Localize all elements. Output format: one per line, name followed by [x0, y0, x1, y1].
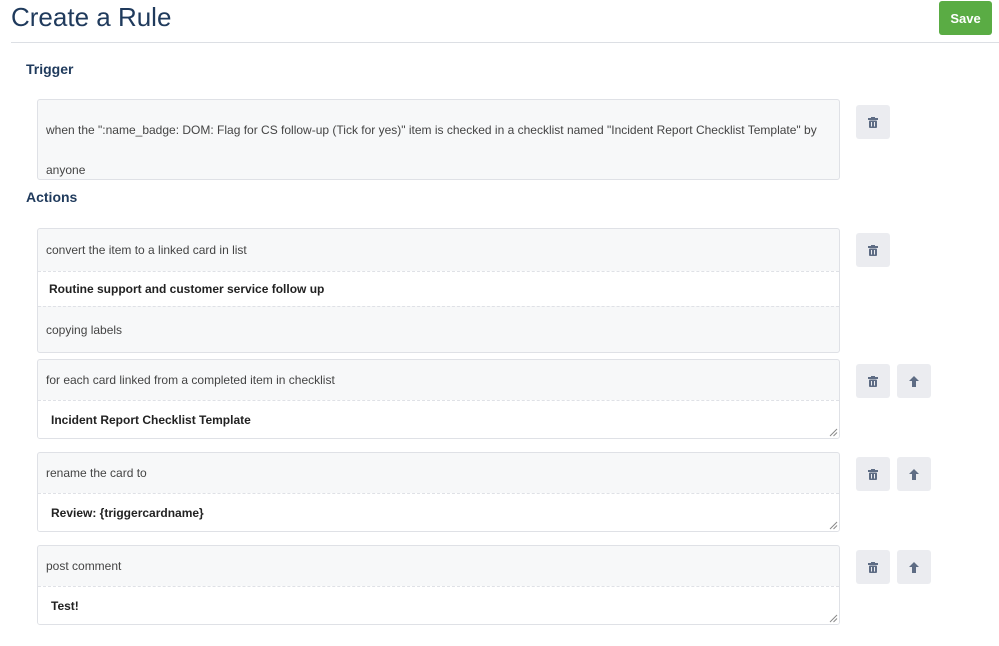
trash-icon — [868, 244, 878, 256]
header-divider — [11, 42, 999, 43]
arrow-up-icon — [909, 375, 919, 387]
action-1-delete-button[interactable] — [856, 233, 890, 267]
action-label: rename the card to — [46, 466, 147, 480]
checklist-field[interactable]: Incident Report Checklist Template — [38, 400, 839, 438]
trigger-card: when the ":name_badge: DOM: Flag for CS … — [37, 99, 840, 180]
arrow-up-icon — [909, 468, 919, 480]
action-suffix: copying labels — [38, 306, 839, 352]
trigger-heading: Trigger — [26, 61, 74, 77]
comment-field[interactable]: Test! — [38, 586, 839, 624]
trash-icon — [868, 561, 878, 573]
action-3-delete-button[interactable] — [856, 457, 890, 491]
trigger-delete-button[interactable] — [856, 105, 890, 139]
action-card-convert: convert the item to a linked card in lis… — [37, 228, 840, 353]
list-field[interactable]: Routine support and customer service fol… — [38, 271, 839, 306]
resize-handle-icon[interactable] — [829, 428, 838, 437]
action-card-for-each: for each card linked from a completed it… — [37, 359, 840, 439]
action-card-rename: rename the card to Review: {triggercardn… — [37, 452, 840, 532]
action-label: post comment — [46, 559, 122, 573]
resize-handle-icon[interactable] — [829, 521, 838, 530]
resize-handle-icon[interactable] — [829, 614, 838, 623]
action-card-post-comment: post comment Test! — [37, 545, 840, 625]
actions-heading: Actions — [26, 189, 78, 205]
action-2-move-up-button[interactable] — [897, 364, 931, 398]
rename-field[interactable]: Review: {triggercardname} — [38, 493, 839, 531]
trash-icon — [868, 468, 878, 480]
trigger-description: when the ":name_badge: DOM: Flag for CS … — [46, 123, 817, 177]
action-label: convert the item to a linked card in lis… — [46, 243, 247, 257]
action-3-move-up-button[interactable] — [897, 457, 931, 491]
arrow-up-icon — [909, 561, 919, 573]
action-label: for each card linked from a completed it… — [46, 373, 335, 387]
trash-icon — [868, 116, 878, 128]
save-button[interactable]: Save — [939, 1, 992, 35]
action-4-delete-button[interactable] — [856, 550, 890, 584]
action-4-move-up-button[interactable] — [897, 550, 931, 584]
action-2-delete-button[interactable] — [856, 364, 890, 398]
page-title: Create a Rule — [11, 2, 172, 32]
trash-icon — [868, 375, 878, 387]
